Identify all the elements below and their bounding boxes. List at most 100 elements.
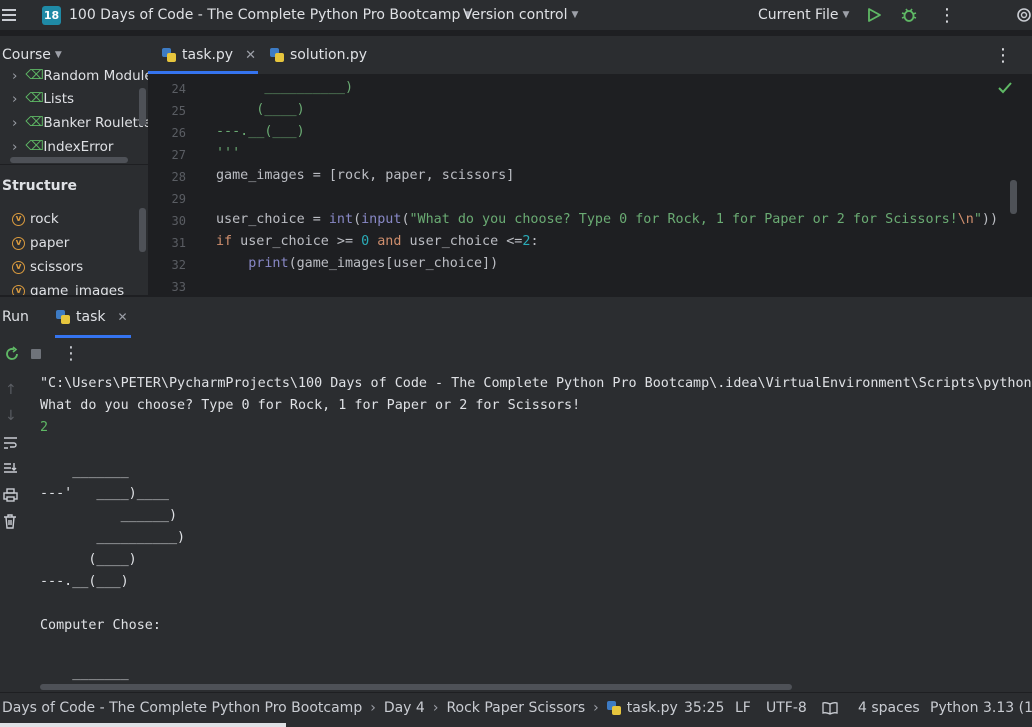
structure-item[interactable]: v paper bbox=[12, 231, 69, 255]
left-tool-panel: Course ▼ › ⌫ Random Module › ⌫ Lists › ⌫… bbox=[0, 36, 148, 295]
chevron-right-icon: › bbox=[432, 700, 439, 716]
breadcrumb: Days of Code - The Complete Python Pro B… bbox=[2, 693, 678, 723]
scroll-to-end-icon[interactable] bbox=[3, 462, 18, 480]
print-icon[interactable] bbox=[3, 488, 18, 506]
console-line: __________) bbox=[40, 530, 186, 545]
code-line-27: ''' bbox=[216, 146, 241, 161]
line-number: 28 bbox=[171, 170, 186, 184]
code-line-32: print(game_images[user_choice]) bbox=[248, 256, 499, 271]
chevron-down-icon: ▼ bbox=[571, 10, 579, 20]
structure-item[interactable]: v scissors bbox=[12, 255, 83, 279]
chevron-down-icon: ▼ bbox=[842, 10, 850, 20]
rerun-icon[interactable] bbox=[4, 346, 20, 366]
console-line: ---' ____)____ bbox=[40, 486, 169, 501]
no-problems-check-icon bbox=[998, 82, 1012, 98]
line-number: 26 bbox=[171, 126, 186, 140]
line-number: 33 bbox=[171, 280, 186, 294]
code-line-24: __________) bbox=[216, 80, 354, 95]
chevron-right-icon: › bbox=[12, 115, 18, 131]
arrow-up-icon[interactable]: ↑ bbox=[5, 382, 17, 398]
course-item-label: Lists bbox=[43, 91, 75, 107]
course-item[interactable]: › ⌫ Banker Roulette bbox=[12, 111, 148, 135]
caret-position[interactable]: 35:25 bbox=[684, 693, 724, 723]
debug-button[interactable] bbox=[900, 0, 918, 30]
breadcrumb-lesson[interactable]: Rock Paper Scissors bbox=[446, 700, 585, 716]
status-bar: Days of Code - The Complete Python Pro B… bbox=[0, 692, 1032, 727]
course-item-label: IndexError bbox=[43, 139, 114, 155]
tab-label: solution.py bbox=[290, 47, 368, 63]
run-config-label: Current File bbox=[758, 7, 839, 23]
trash-icon[interactable] bbox=[3, 514, 17, 533]
project-selector[interactable]: 18 100 Days of Code - The Complete Pytho… bbox=[42, 0, 471, 30]
vcs-label: Version control bbox=[463, 7, 568, 23]
close-icon[interactable]: ✕ bbox=[117, 310, 127, 324]
breadcrumb-day[interactable]: Day 4 bbox=[384, 700, 425, 716]
chevron-right-icon: › bbox=[593, 700, 599, 716]
structure-item-label: rock bbox=[30, 211, 59, 227]
code-line-28: game_images = [rock, paper, scissors] bbox=[216, 168, 515, 183]
run-tab-label: task bbox=[76, 309, 106, 325]
run-toolbar: ⋮ bbox=[0, 338, 1032, 370]
structure-item[interactable]: v rock bbox=[12, 207, 59, 231]
structure-item[interactable]: v game_images bbox=[12, 279, 124, 295]
stop-icon[interactable] bbox=[31, 349, 41, 359]
python-file-icon bbox=[606, 701, 621, 715]
console-line: _______ bbox=[40, 464, 129, 479]
python-interpreter[interactable]: Python 3.13 (100 bbox=[930, 693, 1032, 723]
chevron-right-icon: › bbox=[12, 139, 18, 155]
run-button[interactable] bbox=[866, 0, 882, 30]
vertical-scrollbar[interactable] bbox=[139, 208, 146, 252]
chevron-right-icon: › bbox=[12, 91, 18, 107]
editor-tabs: task.py ✕ solution.py ⋮ bbox=[148, 36, 1032, 75]
lesson-icon: ⌫ bbox=[25, 68, 44, 83]
console-horizontal-scrollbar[interactable] bbox=[40, 684, 792, 690]
tab-options-icon[interactable]: ⋮ bbox=[994, 36, 1012, 74]
code-line-25: (____) bbox=[216, 102, 305, 117]
learn-icon[interactable] bbox=[1016, 0, 1032, 30]
arrow-down-icon[interactable]: ↓ bbox=[5, 408, 17, 424]
line-number: 32 bbox=[171, 258, 186, 272]
line-separator[interactable]: LF bbox=[735, 693, 751, 723]
close-icon[interactable]: ✕ bbox=[245, 48, 256, 63]
tab-label: task.py bbox=[182, 47, 234, 63]
soft-wrap-icon[interactable] bbox=[3, 436, 18, 454]
run-config-selector[interactable]: Current File ▼ bbox=[758, 0, 849, 30]
course-item[interactable]: › ⌫ Lists bbox=[12, 87, 74, 111]
vertical-scrollbar[interactable] bbox=[139, 88, 146, 126]
tab-solution-py[interactable]: solution.py bbox=[270, 36, 367, 74]
file-encoding[interactable]: UTF-8 bbox=[766, 693, 807, 723]
indent-setting[interactable]: 4 spaces bbox=[858, 693, 920, 723]
course-item[interactable]: › ⌫ Random Module bbox=[12, 64, 148, 88]
python-file-icon bbox=[56, 310, 70, 324]
reader-mode-icon[interactable] bbox=[822, 693, 838, 723]
more-options-icon[interactable]: ⋮ bbox=[62, 343, 80, 364]
structure-panel-header: Structure bbox=[2, 178, 78, 194]
console-line: Computer Chose: bbox=[40, 618, 161, 633]
console-line: ______) bbox=[40, 508, 178, 523]
play-icon bbox=[868, 8, 881, 22]
console-side-toolbar: ↑ ↓ bbox=[0, 370, 28, 692]
console-input-line: 2 bbox=[40, 420, 49, 435]
editor-scrollbar[interactable] bbox=[1010, 180, 1017, 214]
variable-icon: v bbox=[12, 212, 25, 226]
chevron-down-icon: ▼ bbox=[54, 50, 62, 60]
lesson-icon: ⌫ bbox=[25, 91, 44, 106]
lesson-icon: ⌫ bbox=[25, 139, 44, 154]
horizontal-scrollbar[interactable] bbox=[10, 157, 128, 163]
python-file-icon bbox=[162, 48, 176, 62]
run-tab-task[interactable]: task ✕ bbox=[56, 309, 128, 325]
course-item[interactable]: › ⌫ IndexError bbox=[12, 135, 113, 159]
title-bar: 18 100 Days of Code - The Complete Pytho… bbox=[0, 0, 1032, 30]
console-line: ---.__(___) bbox=[40, 574, 129, 589]
vcs-menu[interactable]: Version control ▼ bbox=[463, 0, 578, 30]
tab-task-py[interactable]: task.py ✕ bbox=[162, 36, 256, 74]
breadcrumb-project[interactable]: Days of Code - The Complete Python Pro B… bbox=[2, 700, 362, 716]
divider bbox=[0, 164, 148, 165]
line-number: 27 bbox=[171, 148, 186, 162]
main-menu-icon[interactable] bbox=[0, 0, 18, 30]
more-actions-icon[interactable]: ⋮ bbox=[938, 0, 956, 30]
course-item-label: Random Module bbox=[43, 68, 148, 84]
breadcrumb-file[interactable]: task.py bbox=[627, 700, 678, 716]
console-line: (____) bbox=[40, 552, 137, 567]
chevron-right-icon: › bbox=[370, 700, 376, 716]
